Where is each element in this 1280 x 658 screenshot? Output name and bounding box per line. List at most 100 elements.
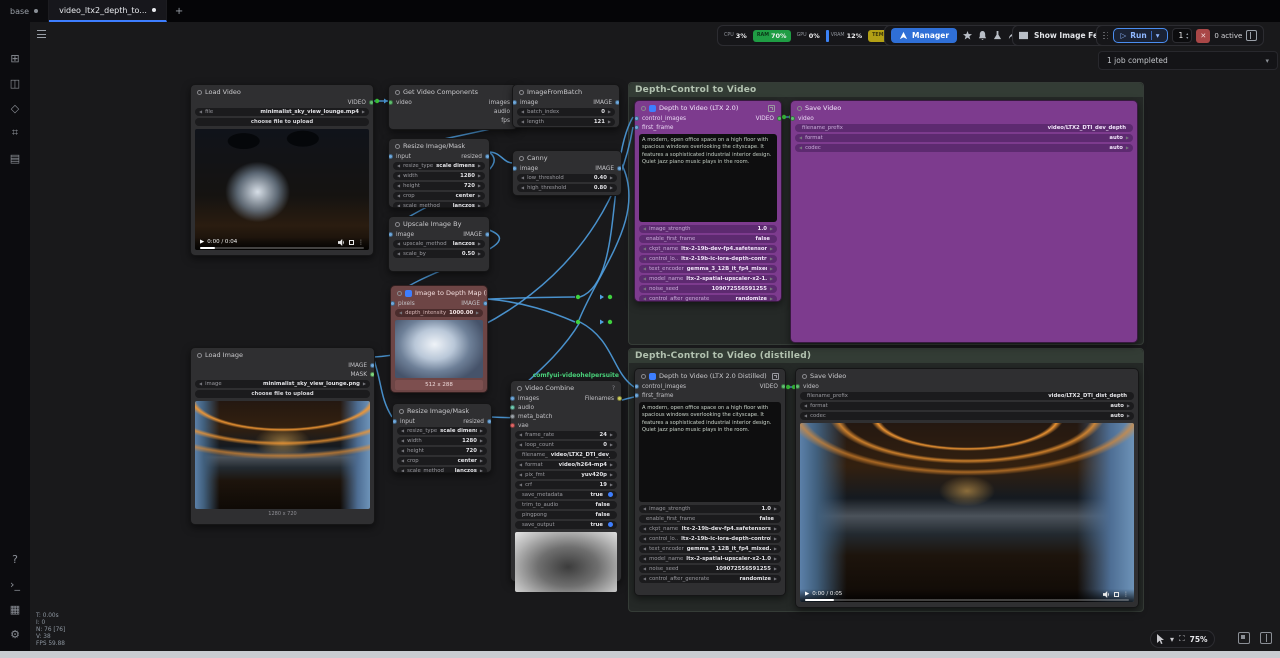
decrement-icon[interactable]: ◀ bbox=[519, 432, 522, 437]
increment-icon[interactable]: ▶ bbox=[478, 241, 481, 246]
increment-icon[interactable]: ▶ bbox=[476, 310, 479, 315]
decrement-icon[interactable]: ◀ bbox=[521, 109, 524, 114]
collapse-dot-icon[interactable] bbox=[197, 353, 202, 358]
decrement-icon[interactable]: ◀ bbox=[397, 163, 400, 168]
increment-icon[interactable]: ▶ bbox=[774, 506, 777, 511]
output-port-IMAGE[interactable] bbox=[615, 100, 620, 105]
load-image-node[interactable]: Load ImageIMAGEMASK◀imageminimalist_sky_… bbox=[190, 347, 375, 525]
increment-icon[interactable]: ▶ bbox=[1126, 145, 1129, 150]
collapse-dot-icon[interactable] bbox=[519, 90, 524, 95]
open-external-icon[interactable] bbox=[772, 373, 779, 380]
increment-icon[interactable]: ▶ bbox=[774, 546, 777, 551]
input-port-input[interactable] bbox=[388, 154, 393, 159]
increment-icon[interactable]: ▶ bbox=[610, 185, 613, 190]
node-title[interactable]: Save Video bbox=[796, 369, 1138, 382]
widget-text_encoder[interactable]: ◀text_encodergemma_3_12B_it_fp4_mixed.sa… bbox=[639, 545, 781, 553]
cancel-button[interactable]: ✕ bbox=[1196, 29, 1210, 43]
widget-noise_seed[interactable]: ◀noise_seed109072556591255▶ bbox=[639, 565, 781, 573]
widget-scale_method[interactable]: ◀scale_methodlanczos▶ bbox=[397, 467, 487, 473]
models-icon[interactable]: ◫ bbox=[7, 75, 23, 91]
widget-frame_rate[interactable]: ◀frame_rate24▶ bbox=[515, 431, 617, 439]
widget-save_output[interactable]: save_outputtrue bbox=[515, 521, 617, 529]
decrement-icon[interactable]: ◀ bbox=[397, 241, 400, 246]
decrement-icon[interactable]: ◀ bbox=[519, 442, 522, 447]
depth-to-video-ltx2-node[interactable]: Depth to Video (LTX 2.0)control_imagesVI… bbox=[634, 100, 782, 302]
toggle-panel-icon[interactable] bbox=[1246, 30, 1257, 41]
output-port-VIDEO[interactable] bbox=[777, 116, 782, 121]
increment-icon[interactable]: ▶ bbox=[770, 286, 773, 291]
increment-icon[interactable]: ▶ bbox=[478, 251, 481, 256]
run-options-chevron-icon[interactable]: ▾ bbox=[1156, 31, 1160, 40]
input-port-video[interactable] bbox=[795, 384, 800, 389]
flask-icon[interactable] bbox=[993, 31, 1002, 40]
tab-video-ltx2-depth[interactable]: video_ltx2_depth_to... bbox=[49, 0, 167, 22]
templates-icon[interactable]: ▦ bbox=[7, 601, 23, 617]
node-title[interactable]: Depth to Video (LTX 2.0 Distilled) bbox=[635, 369, 785, 382]
job-queue-dropdown[interactable]: 1 job completed ▾ bbox=[1098, 51, 1278, 70]
widget-file[interactable]: ◀fileminimalist_sky_view_lounge.mp4▶ bbox=[195, 108, 369, 116]
decrement-icon[interactable]: ◀ bbox=[643, 556, 646, 561]
node-title[interactable]: Depth to Video (LTX 2.0) bbox=[635, 101, 781, 114]
output-port-VIDEO[interactable] bbox=[369, 100, 374, 105]
output-port-IMAGE[interactable] bbox=[617, 166, 622, 171]
output-port-Filenames[interactable] bbox=[617, 396, 622, 401]
input-port-input[interactable] bbox=[392, 419, 397, 424]
decrement-icon[interactable]: ◀ bbox=[401, 448, 404, 453]
decrement-icon[interactable]: ◀ bbox=[519, 462, 522, 467]
video-scrubber[interactable] bbox=[200, 247, 364, 249]
depth-to-video-distilled-node[interactable]: Depth to Video (LTX 2.0 Distilled)contro… bbox=[634, 368, 786, 596]
input-port-meta_batch[interactable] bbox=[510, 414, 515, 419]
increment-icon[interactable]: ▶ bbox=[478, 183, 481, 188]
increment-icon[interactable]: ▶ bbox=[610, 482, 613, 487]
increment-icon[interactable]: ▶ bbox=[478, 163, 481, 168]
increment-icon[interactable]: ▶ bbox=[1126, 135, 1129, 140]
nodes-icon[interactable]: ◇ bbox=[7, 100, 23, 116]
decrement-icon[interactable]: ◀ bbox=[643, 276, 646, 281]
increment-icon[interactable]: ▶ bbox=[480, 438, 483, 443]
input-port-image[interactable] bbox=[512, 166, 517, 171]
widget-image[interactable]: ◀imageminimalist_sky_view_lounge.png▶ bbox=[195, 380, 370, 388]
input-port-control_images[interactable] bbox=[634, 116, 639, 121]
decrement-icon[interactable]: ◀ bbox=[521, 119, 524, 124]
increment-icon[interactable]: ▶ bbox=[610, 442, 613, 447]
input-port-images[interactable] bbox=[510, 396, 515, 401]
increment-icon[interactable]: ▶ bbox=[774, 576, 777, 581]
widget-model_name[interactable]: ◀model_nameltx-2-spatial-upscaler-x2-1.0… bbox=[639, 555, 781, 563]
decrement-icon[interactable]: ◀ bbox=[399, 310, 402, 315]
panel-toggle-icon[interactable] bbox=[1260, 632, 1272, 644]
decrement-icon[interactable]: ◀ bbox=[199, 381, 202, 386]
decrement-icon[interactable]: ◀ bbox=[401, 438, 404, 443]
collapse-dot-icon[interactable] bbox=[197, 90, 202, 95]
increment-icon[interactable]: ▶ bbox=[770, 256, 773, 261]
workflow-menu-icon[interactable] bbox=[37, 30, 46, 38]
more-options-icon[interactable]: ⋮ bbox=[358, 239, 364, 246]
canny-node[interactable]: CannyimageIMAGE◀low_threshold0.40▶◀high_… bbox=[512, 150, 622, 196]
video-preview[interactable]: ▶0:00 / 0:04⋮ bbox=[195, 129, 369, 250]
node-title[interactable]: Get Video Components bbox=[389, 85, 517, 98]
fullscreen-icon[interactable] bbox=[349, 240, 354, 245]
widget-resize_type[interactable]: ◀resize_typescale dimensions▶ bbox=[397, 427, 487, 435]
help-icon[interactable]: ? bbox=[612, 385, 615, 392]
prompt-textarea[interactable]: A modern, open office space on a high fl… bbox=[639, 402, 781, 502]
widget-ckpt_name[interactable]: ◀ckpt_nameltx-2-19b-dev-fp4.safetensors▶ bbox=[639, 245, 777, 253]
widget-height[interactable]: ◀height720▶ bbox=[393, 182, 485, 190]
widget-scale_by[interactable]: ◀scale_by0.50▶ bbox=[393, 250, 485, 258]
output-port-MASK[interactable] bbox=[370, 372, 375, 377]
increment-icon[interactable]: ▶ bbox=[770, 276, 773, 281]
widget-crf[interactable]: ◀crf19▶ bbox=[515, 481, 617, 489]
play-icon[interactable]: ▶ bbox=[200, 239, 204, 245]
increment-icon[interactable]: ▶ bbox=[610, 462, 613, 467]
get-video-components-node[interactable]: Get Video Componentsvideoimagesaudiofps bbox=[388, 84, 518, 130]
widget-trim_to_audio[interactable]: trim_to_audiofalse bbox=[515, 501, 617, 509]
widget-image_strength[interactable]: ◀image_strength1.0▶ bbox=[639, 225, 777, 233]
increment-icon[interactable]: ▶ bbox=[770, 226, 773, 231]
increment-icon[interactable]: ▶ bbox=[774, 556, 777, 561]
toggle-on-icon[interactable] bbox=[608, 522, 613, 527]
decrement-icon[interactable]: ◀ bbox=[643, 226, 646, 231]
decrement-icon[interactable]: ◀ bbox=[401, 468, 404, 473]
node-graph-canvas[interactable]: Depth-Control to VideoDepth-Control to V… bbox=[0, 0, 1280, 658]
widget-text_encoder[interactable]: ◀text_encodergemma_3_12B_it_fp4_mixed.sa… bbox=[639, 265, 777, 273]
node-title[interactable]: Upscale Image By bbox=[389, 217, 489, 230]
resize-image-mask-1-node[interactable]: Resize Image/Maskinputresized◀resize_typ… bbox=[388, 138, 490, 208]
decrement-icon[interactable]: ◀ bbox=[799, 135, 802, 140]
